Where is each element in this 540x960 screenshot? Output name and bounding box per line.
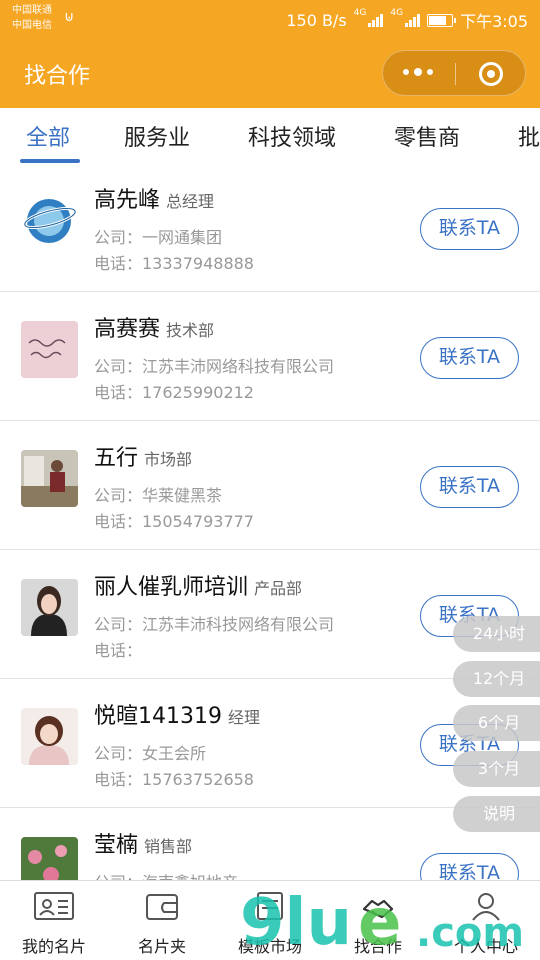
carrier-1: 中国联通 [12,5,52,16]
list-item[interactable]: 高先峰 总经理 公司：一网通集团 电话：13337948888 联系TA [0,164,540,292]
contact-company: 公司：海南鑫旭地产 [94,869,238,880]
bottom-tab-template-market[interactable]: 模板市场 [216,881,324,960]
page-title: 找合作 [24,64,91,89]
photo-avatar [21,450,78,507]
person-icon [472,893,500,921]
contact-name: 高先峰 [94,188,161,213]
tab-retail[interactable]: 零售商 [394,120,460,152]
bottom-tab-label: 找合作 [353,937,402,956]
contact-phone: 电话：15763752658 [94,770,254,789]
template-icon [257,892,283,920]
network-type-1: 4G [353,8,367,18]
network-speed: 150 B/s [286,10,347,30]
contact-name-line: 五行 市场部 [94,440,192,472]
list-item[interactable]: 悦暄141319 经理 公司：女王会所 电话：15763752658 联系TA [0,680,540,808]
contact-button[interactable]: 联系TA [420,208,519,250]
network-type-2: 4G [390,8,404,18]
woman-avatar [21,579,78,636]
bottom-tab-find-partner[interactable]: 找合作 [324,881,432,960]
usb-icon: ⊍ [64,9,75,25]
signal-icon [368,13,384,27]
contact-name-line: 高先峰 总经理 [94,182,214,214]
contact-phone: 电话： [94,641,143,660]
title-bar: 找合作 [0,38,540,108]
capsule-divider [455,63,456,85]
contact-company: 公司：江苏丰沛网络科技有限公司 [94,357,335,376]
contact-role: 经理 [227,708,260,727]
active-tab-indicator [20,159,80,163]
bottom-tab-profile[interactable]: 个人中心 [432,881,540,960]
more-icon[interactable] [403,68,433,76]
handshake-icon [362,899,394,919]
bottom-tab-label: 模板市场 [237,937,302,956]
contact-company: 公司：一网通集团 [94,228,223,247]
miniprogram-capsule [382,50,526,96]
list-item[interactable]: 五行 市场部 公司：华莱健黑茶 电话：15054793777 联系TA [0,422,540,550]
status-right: 150 B/s 4G 4G 下午3:05 [286,8,528,32]
tab-wholesale[interactable]: 批 [518,120,540,152]
contact-phone: 电话：15054793777 [94,512,254,531]
bottom-tab-label: 名片夹 [137,937,186,956]
contact-company: 公司：江苏丰沛科技网络有限公司 [94,615,335,634]
contact-role: 销售部 [144,837,193,856]
contact-name: 悦暄141319 [94,704,222,729]
tab-all[interactable]: 全部 [26,120,70,152]
battery-icon [427,13,457,27]
filter-12m[interactable]: 12个月 [453,661,540,697]
filter-6m[interactable]: 6个月 [453,705,540,741]
tab-service[interactable]: 服务业 [124,120,190,152]
list-item[interactable]: 丽人催乳师培训 产品部 公司：江苏丰沛科技网络有限公司 电话： 联系TA [0,551,540,679]
contact-name: 五行 [94,446,139,471]
status-bar: 中国联通 中国电信 ⊍ 150 B/s 4G 4G 下午3:05 [0,0,540,38]
contact-name: 莹楠 [94,833,139,858]
list-item[interactable]: 高赛赛 技术部 公司：江苏丰沛网络科技有限公司 电话：17625990212 联系… [0,293,540,421]
filter-3m[interactable]: 3个月 [453,751,540,787]
contact-company: 公司：女王会所 [94,744,207,763]
contact-role: 总经理 [166,192,215,211]
contact-role: 产品部 [254,579,303,598]
tab-tech[interactable]: 科技领域 [248,120,336,152]
contact-button[interactable]: 联系TA [420,466,519,508]
contact-name: 高赛赛 [94,317,161,342]
wallet-icon [146,894,178,920]
signal-icon-2 [405,13,421,27]
contact-name: 丽人催乳师培训 [94,575,249,600]
contact-button[interactable]: 联系TA [420,337,519,379]
contact-name-line: 悦暄141319 经理 [94,698,260,730]
handwriting-avatar [21,321,78,378]
logo-avatar [21,192,78,249]
bottom-tab-label: 我的名片 [21,937,86,956]
contact-role: 技术部 [166,321,215,340]
bottom-tab-label: 个人中心 [453,937,518,956]
contact-phone: 电话：17625990212 [94,383,254,402]
contact-company: 公司：华莱健黑茶 [94,486,223,505]
woman-avatar-2 [21,708,78,765]
category-tabs: 全部 服务业 科技领域 零售商 批 [0,108,540,164]
status-time: 下午3:05 [460,12,528,31]
bottom-tab-my-card[interactable]: 我的名片 [0,881,108,960]
filter-info[interactable]: 说明 [453,796,540,832]
contact-button[interactable]: 联系TA [420,853,519,880]
bottom-tab-bar: 我的名片 名片夹 模板市场 找合作 个人中心 [0,880,540,960]
filter-24h[interactable]: 24小时 [453,616,540,652]
bottom-tab-card-holder[interactable]: 名片夹 [108,881,216,960]
flower-avatar [21,837,78,880]
carrier-info: 中国联通 中国电信 [12,3,52,33]
contact-name-line: 高赛赛 技术部 [94,311,214,343]
contact-name-line: 丽人催乳师培训 产品部 [94,569,302,601]
contact-name-line: 莹楠 销售部 [94,827,192,859]
carrier-2: 中国电信 [12,20,52,31]
contact-role: 市场部 [144,450,193,469]
card-icon [34,892,74,920]
close-icon[interactable] [479,62,503,86]
contact-phone: 电话：13337948888 [94,254,254,273]
